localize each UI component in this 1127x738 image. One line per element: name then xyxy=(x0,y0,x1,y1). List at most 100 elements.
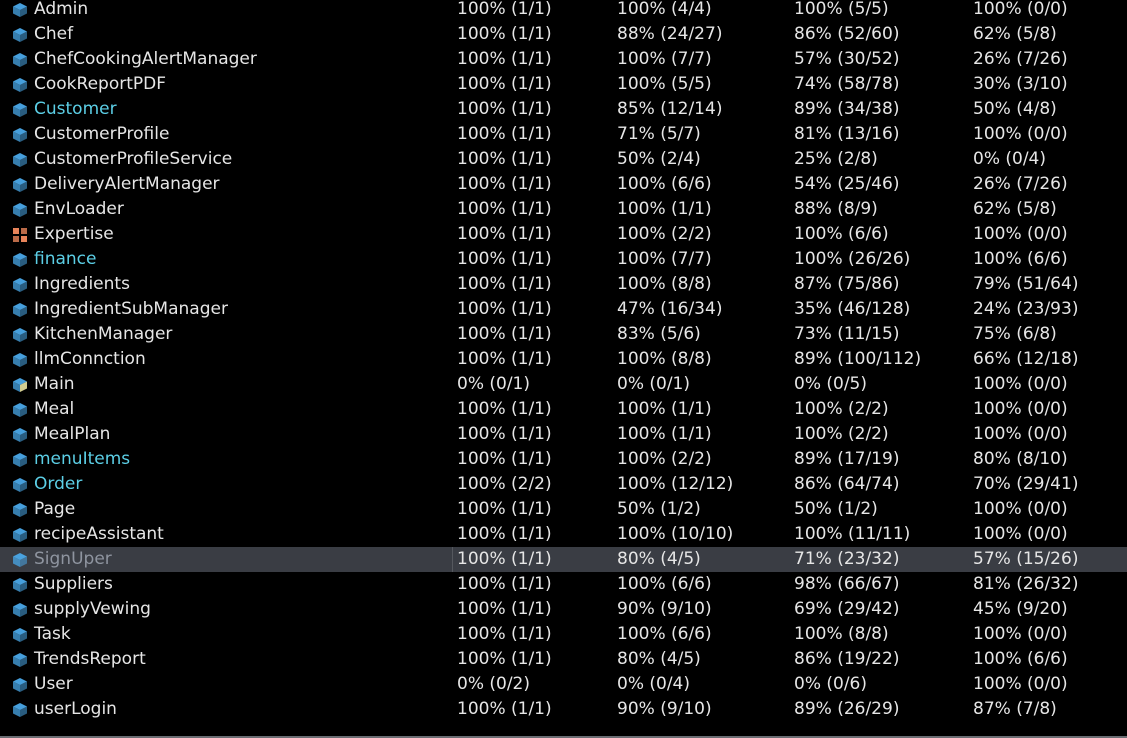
coverage-cell-4: 50% (4/8) xyxy=(973,99,1057,119)
table-row[interactable]: Expertise 100% (1/1) 100% (2/2) 100% (6/6) 1… xyxy=(0,222,1127,247)
coverage-cell-1: 100% (1/1) xyxy=(457,699,552,719)
coverage-cell-2: 100% (4/4) xyxy=(617,0,712,19)
table-row[interactable]: Task 100% (1/1) 100% (6/6) 100% (8/8) 100% (… xyxy=(0,622,1127,647)
table-row[interactable]: Ingredients 100% (1/1) 100% (8/8) 87% (75/8… xyxy=(0,272,1127,297)
table-row[interactable]: menuItems 100% (1/1) 100% (2/2) 89% (17/19)… xyxy=(0,447,1127,472)
coverage-cell-2: 47% (16/34) xyxy=(617,299,723,319)
element-name: Meal xyxy=(34,399,75,419)
table-row[interactable]: llmConnction 100% (1/1) 100% (8/8) 89% (100… xyxy=(0,347,1127,372)
coverage-cell-3: 86% (64/74) xyxy=(794,474,900,494)
class-icon xyxy=(12,677,28,693)
name-cell: CustomerProfileService xyxy=(12,147,232,172)
table-row[interactable]: IngredientSubManager 100% (1/1) 47% (16/34… xyxy=(0,297,1127,322)
coverage-cell-2: 100% (5/5) xyxy=(617,74,712,94)
table-row[interactable]: supplyVewing 100% (1/1) 90% (9/10) 69% (29/… xyxy=(0,597,1127,622)
element-name: llmConnction xyxy=(34,349,146,369)
class-icon xyxy=(12,52,28,68)
table-row[interactable]: finance 100% (1/1) 100% (7/7) 100% (26/26) 1… xyxy=(0,247,1127,272)
table-row[interactable]: CustomerProfile 100% (1/1) 71% (5/7) 81% (1… xyxy=(0,122,1127,147)
coverage-cell-2: 80% (4/5) xyxy=(617,649,701,669)
table-row[interactable]: Main 0% (0/1) 0% (0/1) 0% (0/5) 100% (0/0) xyxy=(0,372,1127,397)
element-name: Task xyxy=(34,624,71,644)
table-row[interactable]: DeliveryAlertManager 100% (1/1) 100% (6/6)… xyxy=(0,172,1127,197)
coverage-cell-4: 100% (0/0) xyxy=(973,224,1068,244)
class-icon xyxy=(12,427,28,443)
coverage-cell-1: 100% (1/1) xyxy=(457,449,552,469)
coverage-cell-1: 100% (1/1) xyxy=(457,299,552,319)
coverage-cell-2: 100% (2/2) xyxy=(617,224,712,244)
table-row[interactable]: Order 100% (2/2) 100% (12/12) 86% (64/74) 70… xyxy=(0,472,1127,497)
name-cell: User xyxy=(12,672,73,697)
coverage-cell-1: 100% (1/1) xyxy=(457,624,552,644)
class-icon xyxy=(12,552,28,568)
table-row[interactable]: ChefCookingAlertManager 100% (1/1) 100% (7… xyxy=(0,47,1127,72)
name-cell: Page xyxy=(12,497,75,522)
class-icon xyxy=(12,127,28,143)
element-name: SignUper xyxy=(34,549,112,569)
coverage-cell-4: 70% (29/41) xyxy=(973,474,1079,494)
table-row[interactable]: MealPlan 100% (1/1) 100% (1/1) 100% (2/2) 10… xyxy=(0,422,1127,447)
coverage-cell-4: 24% (23/93) xyxy=(973,299,1079,319)
element-name: CustomerProfile xyxy=(34,124,170,144)
element-name: EnvLoader xyxy=(34,199,124,219)
coverage-cell-2: 100% (10/10) xyxy=(617,524,734,544)
class-icon xyxy=(12,452,28,468)
coverage-cell-4: 62% (5/8) xyxy=(973,199,1057,219)
name-cell: userLogin xyxy=(12,697,117,722)
table-row[interactable]: Admin 100% (1/1) 100% (4/4) 100% (5/5) 100% … xyxy=(0,0,1127,22)
class-icon xyxy=(12,277,28,293)
table-row[interactable]: User 0% (0/2) 0% (0/4) 0% (0/6) 100% (0/0) xyxy=(0,672,1127,697)
class-icon xyxy=(12,252,28,268)
element-name: IngredientSubManager xyxy=(34,299,228,319)
table-row[interactable]: Chef 100% (1/1) 88% (24/27) 86% (52/60) 62% … xyxy=(0,22,1127,47)
element-name: Suppliers xyxy=(34,574,113,594)
coverage-cell-3: 89% (26/29) xyxy=(794,699,900,719)
table-row[interactable]: Meal 100% (1/1) 100% (1/1) 100% (2/2) 100% (… xyxy=(0,397,1127,422)
coverage-cell-3: 74% (58/78) xyxy=(794,74,900,94)
coverage-cell-4: 80% (8/10) xyxy=(973,449,1068,469)
class-icon xyxy=(12,102,28,118)
name-cell: CookReportPDF xyxy=(12,72,166,97)
coverage-cell-2: 100% (12/12) xyxy=(617,474,734,494)
name-cell: Customer xyxy=(12,97,117,122)
table-row[interactable]: KitchenManager 100% (1/1) 83% (5/6) 73% (11… xyxy=(0,322,1127,347)
coverage-cell-4: 45% (9/20) xyxy=(973,599,1068,619)
element-name: User xyxy=(34,674,73,694)
class-icon xyxy=(12,327,28,343)
table-row[interactable]: SignUper 100% (1/1) 80% (4/5) 71% (23/32) 57… xyxy=(0,547,1127,572)
name-cell: Ingredients xyxy=(12,272,130,297)
coverage-cell-1: 0% (0/1) xyxy=(457,374,530,394)
table-row[interactable]: Customer 100% (1/1) 85% (12/14) 89% (34/38)… xyxy=(0,97,1127,122)
table-row[interactable]: CustomerProfileService 100% (1/1) 50% (2/4… xyxy=(0,147,1127,172)
table-row[interactable]: userLogin 100% (1/1) 90% (9/10) 89% (26/29)… xyxy=(0,697,1127,722)
class-icon xyxy=(12,477,28,493)
table-row[interactable]: Page 100% (1/1) 50% (1/2) 50% (1/2) 100% (0/… xyxy=(0,497,1127,522)
column-divider xyxy=(452,547,453,572)
coverage-cell-4: 100% (0/0) xyxy=(973,374,1068,394)
name-cell: Expertise xyxy=(12,222,114,247)
name-cell: TrendsReport xyxy=(12,647,146,672)
element-name: Page xyxy=(34,499,76,519)
class-icon xyxy=(12,577,28,593)
table-row[interactable]: TrendsReport 100% (1/1) 80% (4/5) 86% (19/2… xyxy=(0,647,1127,672)
table-row[interactable]: CookReportPDF 100% (1/1) 100% (5/5) 74% (58… xyxy=(0,72,1127,97)
coverage-cell-1: 100% (1/1) xyxy=(457,124,552,144)
coverage-cell-3: 0% (0/6) xyxy=(794,674,867,694)
coverage-cell-3: 100% (5/5) xyxy=(794,0,889,19)
name-cell: EnvLoader xyxy=(12,197,124,222)
element-name: ChefCookingAlertManager xyxy=(34,49,257,69)
table-row[interactable]: EnvLoader 100% (1/1) 100% (1/1) 88% (8/9) 62… xyxy=(0,197,1127,222)
coverage-cell-1: 100% (1/1) xyxy=(457,224,552,244)
element-name: Ingredients xyxy=(34,274,130,294)
table-row[interactable]: Suppliers 100% (1/1) 100% (6/6) 98% (66/67)… xyxy=(0,572,1127,597)
name-cell: supplyVewing xyxy=(12,597,151,622)
coverage-cell-4: 100% (6/6) xyxy=(973,649,1068,669)
coverage-cell-2: 100% (1/1) xyxy=(617,399,712,419)
coverage-cell-1: 100% (1/1) xyxy=(457,324,552,344)
coverage-cell-2: 50% (2/4) xyxy=(617,149,701,169)
table-row[interactable]: recipeAssistant 100% (1/1) 100% (10/10) 100… xyxy=(0,522,1127,547)
element-name: finance xyxy=(34,249,97,269)
name-cell: Chef xyxy=(12,22,73,47)
coverage-cell-3: 86% (52/60) xyxy=(794,24,900,44)
name-cell: finance xyxy=(12,247,96,272)
